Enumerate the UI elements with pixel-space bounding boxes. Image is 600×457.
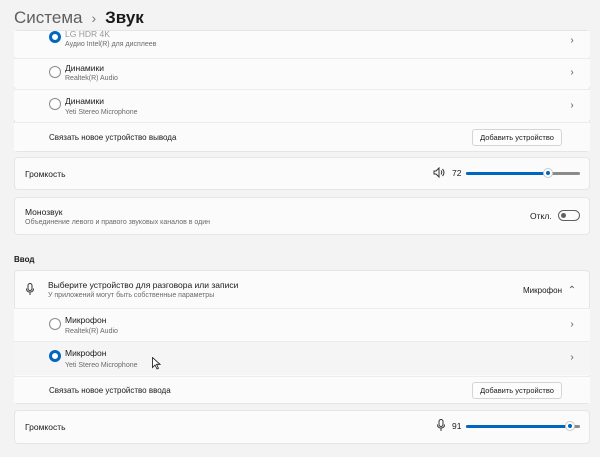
output-volume-label: Громкость	[25, 169, 66, 179]
output-pair-row: Связать новое устройство вывода Добавить…	[14, 123, 590, 151]
radio-output-speakers-realtek[interactable]	[49, 66, 61, 78]
device-name: LG HDR 4K	[65, 29, 110, 39]
chevron-right-icon: ›	[570, 35, 574, 46]
output-device-lg[interactable]: LG HDR 4K Аудио Intel(R) для дисплеев ›	[14, 29, 590, 57]
input-choose-title: Выберите устройство для разговора или за…	[48, 280, 239, 290]
input-pair-row: Связать новое устройство ввода Добавить …	[14, 377, 590, 403]
mono-card	[14, 197, 590, 235]
input-volume-slider[interactable]	[466, 421, 580, 433]
add-output-device-button[interactable]: Добавить устройство	[472, 129, 562, 146]
device-name: Микрофон	[65, 348, 107, 358]
mono-state: Откл.	[530, 211, 552, 221]
radio-output-speakers-yeti[interactable]	[49, 98, 61, 110]
device-sub: Аудио Intel(R) для дисплеев	[65, 41, 157, 48]
input-volume-value: 91	[452, 421, 462, 431]
slider-fill	[466, 425, 570, 428]
input-device-mic-yeti[interactable]: Микрофон Yeti Stereo Microphone ›	[14, 342, 590, 375]
output-device-speakers-realtek[interactable]: Динамики Realtek(R) Audio ›	[14, 59, 590, 87]
breadcrumb-root[interactable]: Система	[14, 8, 82, 28]
mouse-cursor-icon	[152, 357, 161, 370]
add-input-device-button[interactable]: Добавить устройство	[472, 382, 562, 399]
device-name: Микрофон	[65, 315, 107, 325]
device-sub: Realtek(R) Audio	[65, 328, 118, 335]
microphone-icon[interactable]	[437, 419, 445, 432]
microphone-icon	[26, 283, 34, 295]
chevron-right-icon: ›	[570, 319, 574, 330]
pair-input-label: Связать новое устройство ввода	[49, 386, 171, 395]
device-name: Динамики	[65, 96, 104, 106]
device-name: Динамики	[65, 63, 104, 73]
output-volume-value: 72	[452, 168, 462, 178]
breadcrumb-separator: ›	[91, 10, 97, 26]
mono-title: Монозвук	[25, 207, 63, 217]
input-section-title: Ввод	[14, 255, 35, 264]
mono-sub: Объединение левого и правого звуковых ка…	[25, 219, 211, 226]
output-device-speakers-yeti[interactable]: Динамики Yeti Stereo Microphone ›	[14, 90, 590, 120]
breadcrumb: Система › Звук	[14, 6, 144, 30]
chevron-right-icon: ›	[570, 352, 574, 363]
input-device-mic-realtek[interactable]: Микрофон Realtek(R) Audio ›	[14, 309, 590, 341]
input-current-device: Микрофон	[523, 286, 562, 295]
input-volume-label: Громкость	[25, 422, 66, 432]
radio-input-mic-realtek[interactable]	[49, 318, 61, 330]
radio-input-mic-yeti[interactable]	[49, 350, 61, 362]
device-sub: Yeti Stereo Microphone	[65, 109, 138, 116]
input-choose-row[interactable]: Выберите устройство для разговора или за…	[14, 271, 590, 309]
chevron-right-icon: ›	[570, 67, 574, 78]
pair-output-label: Связать новое устройство вывода	[49, 133, 177, 142]
slider-thumb[interactable]	[543, 168, 553, 178]
speaker-icon[interactable]	[433, 167, 445, 178]
chevron-up-icon[interactable]: ⌃	[566, 285, 578, 297]
mono-toggle[interactable]	[558, 210, 580, 221]
radio-output-lg[interactable]	[49, 31, 61, 43]
device-sub: Realtek(R) Audio	[65, 75, 118, 82]
page-title: Звук	[105, 8, 144, 27]
slider-fill	[466, 172, 548, 175]
device-sub: Yeti Stereo Microphone	[65, 362, 138, 369]
output-volume-slider[interactable]	[466, 168, 580, 180]
input-choose-sub: У приложений могут быть собственные пара…	[48, 292, 215, 299]
chevron-right-icon: ›	[570, 100, 574, 111]
slider-thumb[interactable]	[565, 421, 575, 431]
